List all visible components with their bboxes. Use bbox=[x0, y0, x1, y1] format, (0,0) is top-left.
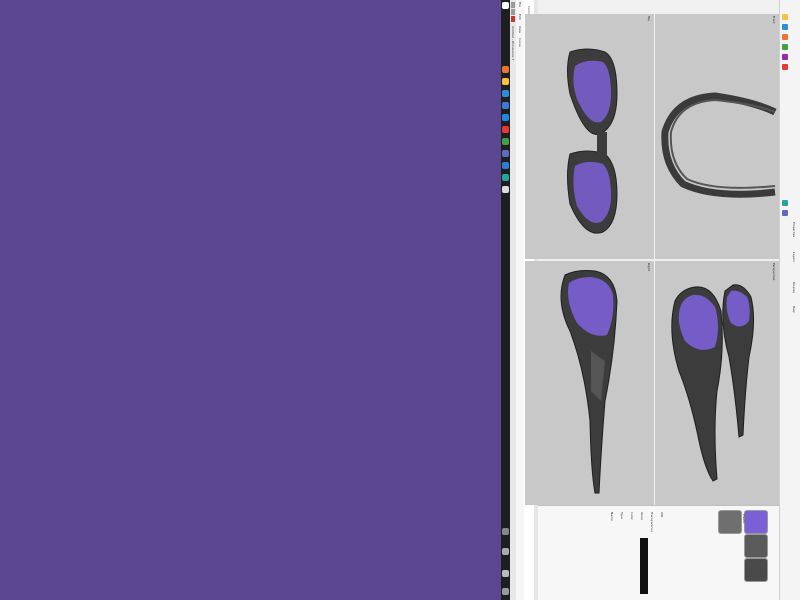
explorer-icon[interactable] bbox=[502, 78, 509, 85]
viewport-label-right[interactable]: Right bbox=[647, 263, 651, 271]
start-icon[interactable] bbox=[502, 2, 509, 9]
clock-icon bbox=[502, 570, 509, 577]
prop-type-label: Type bbox=[620, 512, 624, 519]
tab-layers[interactable]: Layers bbox=[792, 252, 796, 262]
viewport-top[interactable]: Top bbox=[525, 14, 654, 259]
app-icon[interactable] bbox=[502, 174, 509, 181]
material-label-plastic: Plastic bbox=[742, 514, 746, 524]
rhino-icon[interactable] bbox=[502, 162, 509, 169]
menu-item-curve[interactable]: Curve bbox=[518, 38, 522, 47]
menu-item-file[interactable]: File bbox=[518, 2, 522, 7]
render-tool-icon[interactable] bbox=[782, 200, 788, 206]
viewport-front[interactable]: Front bbox=[655, 14, 779, 259]
rhino-window: Untitled - Rhinoceros 7 File Edit View C… bbox=[501, 0, 800, 600]
window-title: Untitled - Rhinoceros 7 bbox=[511, 26, 515, 61]
desktop-background bbox=[0, 0, 501, 600]
prop-name-label: Name bbox=[610, 512, 614, 521]
taskbar bbox=[501, 0, 510, 600]
rhino-active-icon[interactable] bbox=[502, 186, 509, 193]
glasses-top-view bbox=[567, 48, 618, 234]
glasses-right-view bbox=[560, 270, 618, 494]
material-thumb-metal[interactable] bbox=[744, 534, 768, 558]
prop-transparency-label: Transparency bbox=[650, 512, 654, 533]
color-swatch[interactable] bbox=[640, 538, 648, 594]
prop-ior-label: IOR bbox=[660, 512, 664, 518]
viewport-label-perspective[interactable]: Perspective bbox=[772, 263, 776, 280]
solid-tool-icon[interactable] bbox=[782, 44, 788, 50]
tray-icon[interactable] bbox=[502, 528, 509, 535]
curve-tool-icon[interactable] bbox=[782, 24, 788, 30]
mail-icon[interactable] bbox=[502, 114, 509, 121]
teams-icon[interactable] bbox=[502, 150, 509, 157]
notification-icon[interactable] bbox=[502, 588, 509, 595]
glasses-front-view bbox=[661, 92, 777, 198]
material-thumb-rubber[interactable] bbox=[744, 558, 768, 582]
surface-tool-icon[interactable] bbox=[782, 34, 788, 40]
network-icon[interactable] bbox=[502, 548, 509, 555]
viewport-label-front[interactable]: Front bbox=[772, 16, 776, 24]
menu-item-view[interactable]: View bbox=[518, 26, 522, 33]
transform-tool-icon[interactable] bbox=[782, 64, 788, 70]
mesh-tool-icon[interactable] bbox=[782, 54, 788, 60]
material-thumb-lens[interactable] bbox=[744, 510, 768, 534]
viewport-label-top[interactable]: Top bbox=[647, 16, 651, 21]
prop-color-label: Color bbox=[630, 512, 634, 520]
edge-icon[interactable] bbox=[502, 90, 509, 97]
viewport-right[interactable]: Right bbox=[525, 261, 654, 505]
chrome-icon[interactable] bbox=[502, 126, 509, 133]
minimize-button[interactable] bbox=[511, 2, 515, 8]
display-tool-icon[interactable] bbox=[782, 210, 788, 216]
store-icon[interactable] bbox=[502, 102, 509, 109]
tab-properties[interactable]: Properties bbox=[792, 222, 796, 237]
viewport-perspective[interactable]: Perspective bbox=[655, 261, 779, 505]
close-button[interactable] bbox=[511, 16, 515, 22]
prop-gloss-label: Gloss bbox=[640, 512, 644, 521]
material-thumb-plastic[interactable] bbox=[718, 510, 742, 534]
point-tool-icon[interactable] bbox=[782, 14, 788, 20]
tab-help[interactable]: Help bbox=[792, 306, 796, 313]
properties-panel: Name Type Color Gloss Transparency IOR P… bbox=[538, 505, 779, 600]
menu-item-edit[interactable]: Edit bbox=[518, 14, 522, 20]
right-toolbar: Properties Layers Display Help bbox=[779, 0, 800, 600]
tab-display[interactable]: Display bbox=[792, 282, 796, 293]
glasses-perspective-view bbox=[671, 284, 755, 482]
maximize-button[interactable] bbox=[511, 9, 515, 15]
files-icon[interactable] bbox=[502, 138, 509, 145]
browser-icon[interactable] bbox=[502, 66, 509, 73]
